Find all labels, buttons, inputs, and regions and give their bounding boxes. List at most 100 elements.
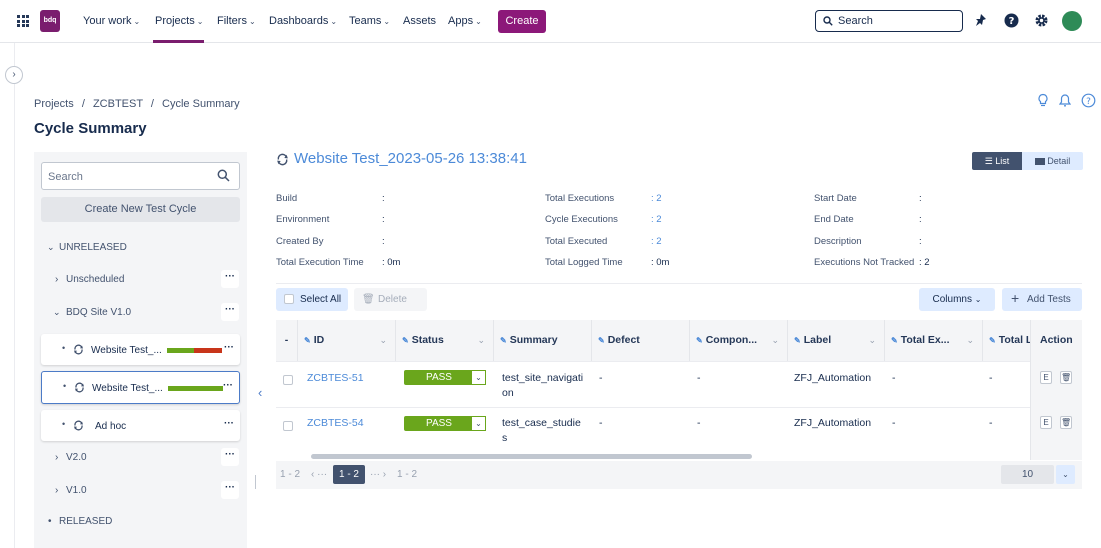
next-page-button[interactable]: ··· › [370,469,386,480]
add-tests-button[interactable]: + Add Tests [1002,288,1082,311]
cycle-item[interactable]: • Website Test_... ··· [41,334,240,365]
status-dropdown-chevron-icon[interactable]: ⌄ [471,370,486,385]
list-view-button[interactable]: ☰ List [972,152,1022,170]
nav-filters[interactable]: Filters ⌄ [217,15,256,27]
execution-id-link[interactable]: ZCBTES-51 [307,372,364,384]
user-avatar[interactable] [1062,11,1082,31]
more-options-button[interactable]: ··· [221,481,239,499]
pin-icon: ✎ [696,336,703,345]
table-row[interactable]: ZCBTES-54 PASS ⌄ test_case_studie s - - … [276,407,1082,453]
pin-icon: ✎ [989,336,996,345]
more-options-button[interactable]: ··· [221,303,239,321]
trash-icon[interactable]: 🗑 [1060,371,1072,384]
info-label: Total Executed [545,236,608,247]
select-all-checkbox[interactable] [284,294,294,304]
info-label: Build [276,193,298,204]
breadcrumb-cycle-summary[interactable]: Cycle Summary [162,98,240,110]
previous-page-button[interactable]: ‹ ··· [311,469,327,480]
expand-sidebar-button[interactable]: › [5,66,23,84]
chevron-down-icon: ⌄ [133,17,141,26]
page-size-select[interactable]: 10 [1001,465,1054,484]
global-search-input[interactable]: Search [815,10,963,32]
range-label: 1 - 2 [280,469,301,480]
more-options-button[interactable]: ··· [221,448,239,466]
divider [255,475,256,489]
info-value: : 2 [919,257,930,268]
lightbulb-icon[interactable] [1037,93,1049,108]
chevron-down-icon[interactable]: ⌄ [1056,465,1075,484]
detail-view-button[interactable]: Detail [1022,152,1083,170]
column-header-total-logged[interactable]: ✎ Total L [983,320,1033,361]
column-header-component[interactable]: ✎ Compon... ⌄ [690,320,788,361]
create-button[interactable]: Create [498,10,546,33]
cycle-item-ad-hoc[interactable]: • Ad hoc ··· [41,410,240,441]
chevron-down-icon: ⌄ [966,335,974,345]
cycle-item-selected[interactable]: • Website Test_... ··· [41,371,240,404]
execute-icon[interactable]: E [1040,416,1052,429]
more-options-button[interactable]: ··· [220,341,238,359]
more-options-button[interactable]: ··· [220,417,238,435]
status-badge[interactable]: PASS [404,370,474,385]
info-label: Executions Not Tracked [814,257,915,268]
settings-gear-icon[interactable] [1034,13,1049,28]
info-value-link[interactable]: : 2 [651,193,662,204]
question-circle-icon[interactable]: ? [1081,93,1096,108]
nav-teams[interactable]: Teams ⌄ [349,15,390,27]
summary-cell: test_site_navigati [502,372,584,384]
nav-apps[interactable]: Apps ⌄ [448,15,482,27]
create-new-test-cycle-button[interactable]: Create New Test Cycle [41,197,240,222]
execution-id-link[interactable]: ZCBTES-54 [307,417,364,429]
select-all-button[interactable]: Select All [276,288,348,311]
app-switcher-icon[interactable] [17,15,29,27]
column-header-total-executions[interactable]: ✎ Total Ex... ⌄ [885,320,983,361]
info-value-link[interactable]: : 2 [651,236,662,247]
summary-cell: on [502,387,514,399]
nav-projects[interactable]: Projects ⌄ [155,15,203,27]
column-header-id[interactable]: ✎ ID ⌄ [298,320,396,361]
page-title: Cycle Summary [34,120,147,137]
info-value: : [919,236,922,247]
delete-button[interactable]: 🗑 Delete [354,288,427,311]
columns-button[interactable]: Columns ⌄ [919,288,995,311]
search-icon [823,16,833,26]
nav-your-work[interactable]: Your work ⌄ [83,15,140,27]
info-label: Description [814,236,862,247]
nav-assets[interactable]: Assets [403,15,436,27]
label-cell: ZFJ_Automation [794,417,872,429]
more-options-button[interactable]: ··· [221,270,239,288]
bell-icon[interactable] [1059,93,1071,108]
column-header-status[interactable]: ✎ Status ⌄ [396,320,494,361]
trash-icon[interactable]: 🗑 [1060,416,1072,429]
status-dropdown-chevron-icon[interactable]: ⌄ [471,416,486,431]
cycle-search-input[interactable]: Search [41,162,240,190]
executions-table: - ✎ ID ⌄ ✎ Status ⌄ ✎ Summary ✎ Defect ✎ Compon… [276,320,1082,460]
notifications-icon[interactable] [974,13,988,27]
current-page[interactable]: 1 - 2 [333,465,365,484]
info-value-link[interactable]: : 2 [651,214,662,225]
bdq-logo[interactable]: bdq [40,10,60,32]
collapse-sidebar-chevron-icon[interactable]: ‹ [258,385,262,400]
column-header-select[interactable]: - [276,320,298,361]
execute-icon[interactable]: E [1040,371,1052,384]
row-checkbox[interactable] [283,421,293,431]
row-checkbox[interactable] [283,375,293,385]
column-header-defect[interactable]: ✎ Defect [592,320,690,361]
search-icon[interactable] [217,169,230,182]
chevron-down-icon: ⌄ [771,335,779,345]
svg-text:?: ? [1086,97,1091,107]
column-header-label[interactable]: ✎ Label ⌄ [788,320,885,361]
more-options-button[interactable]: ··· [219,379,237,397]
info-value: : [919,193,922,204]
chevron-right-icon: › [12,69,16,80]
pin-icon: ✎ [794,336,801,345]
nav-dashboards[interactable]: Dashboards ⌄ [269,15,337,27]
status-badge[interactable]: PASS [404,416,474,431]
help-icon[interactable]: ? [1004,13,1019,28]
chevron-right-icon: › [55,485,59,496]
table-row[interactable]: ZCBTES-51 PASS ⌄ test_site_navigati on -… [276,361,1082,407]
horizontal-scrollbar[interactable] [311,454,752,459]
column-header-summary[interactable]: ✎ Summary [494,320,592,361]
breadcrumb-zcbtest[interactable]: ZCBTEST [93,98,143,110]
breadcrumb-projects[interactable]: Projects [34,98,74,110]
pin-icon: ✎ [402,336,409,345]
